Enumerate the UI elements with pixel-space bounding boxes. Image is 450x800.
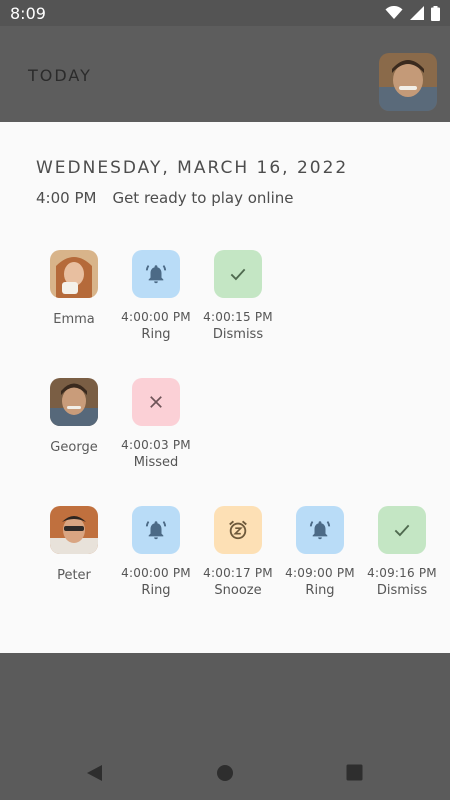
app-bar: TODAY	[0, 26, 450, 122]
event-detail-sheet: WEDNESDAY, MARCH 16, 2022 4:00 PM Get re…	[0, 122, 450, 653]
back-icon[interactable]	[86, 764, 103, 782]
navigation-bar	[0, 740, 450, 800]
event-time: 4:00:17 PM	[203, 566, 273, 580]
event-time: 4:09:16 PM	[367, 566, 437, 580]
event-time: 4:00:00 PM	[121, 566, 191, 580]
participant-emma[interactable]: Emma	[29, 250, 119, 327]
status-icons	[385, 5, 440, 21]
avatar-george	[50, 378, 98, 426]
sheet-date: WEDNESDAY, MARCH 16, 2022	[36, 158, 349, 178]
home-icon[interactable]	[216, 764, 234, 782]
event-missed: 4:00:03 PM Missed	[111, 378, 201, 470]
avatar-image	[50, 250, 98, 298]
avatar-image	[379, 53, 437, 111]
participant-name: Peter	[57, 568, 91, 583]
participant-row-peter: Peter 4:00:00 PM Ring 4:00:17 PM Snooze	[0, 506, 450, 606]
close-icon	[132, 378, 180, 426]
avatar-emma	[50, 250, 98, 298]
event-label: Missed	[133, 455, 179, 470]
event-time: 4:00:03 PM	[121, 438, 191, 452]
event-label: Dismiss	[376, 583, 428, 598]
event-ring: 4:00:00 PM Ring	[111, 506, 201, 598]
event-label: Dismiss	[212, 327, 264, 342]
event-time: 4:00:00 PM	[121, 310, 191, 324]
event-label: Ring	[141, 327, 171, 342]
avatar-image	[50, 506, 98, 554]
event-label: Ring	[305, 583, 335, 598]
participant-row-george: George 4:00:03 PM Missed	[0, 378, 450, 478]
status-time: 8:09	[10, 3, 46, 23]
event-dismiss: 4:00:15 PM Dismiss	[193, 250, 283, 342]
participant-peter[interactable]: Peter	[29, 506, 119, 583]
event-dismiss: 4:09:16 PM Dismiss	[357, 506, 447, 598]
participant-name: Emma	[53, 312, 95, 327]
recents-icon[interactable]	[346, 764, 363, 781]
status-bar: 8:09	[0, 0, 450, 26]
event-time: 4:00 PM	[36, 189, 97, 207]
event-label: Ring	[141, 583, 171, 598]
signal-icon	[410, 6, 424, 20]
bell-icon	[296, 506, 344, 554]
battery-icon	[431, 5, 440, 21]
event-time: 4:09:00 PM	[285, 566, 355, 580]
event-label: Snooze	[214, 583, 262, 598]
event-time: 4:00:15 PM	[203, 310, 273, 324]
participant-row-emma: Emma 4:00:00 PM Ring 4:00:15 PM Dismiss	[0, 250, 450, 350]
event-ring: 4:09:00 PM Ring	[275, 506, 365, 598]
event-summary: 4:00 PM Get ready to play online	[36, 189, 294, 207]
event-ring: 4:00:00 PM Ring	[111, 250, 201, 342]
avatar-peter	[50, 506, 98, 554]
avatar-george[interactable]	[379, 53, 437, 111]
check-icon	[378, 506, 426, 554]
page-title: TODAY	[28, 66, 92, 85]
avatar-image	[50, 378, 98, 426]
event-snooze: 4:00:17 PM Snooze	[193, 506, 283, 598]
participant-george[interactable]: George	[29, 378, 119, 455]
wifi-icon	[385, 6, 403, 19]
check-icon	[214, 250, 262, 298]
bell-icon	[132, 506, 180, 554]
participant-name: George	[50, 440, 98, 455]
event-title: Get ready to play online	[112, 189, 294, 207]
bell-icon	[132, 250, 180, 298]
snooze-alarm-icon	[214, 506, 262, 554]
